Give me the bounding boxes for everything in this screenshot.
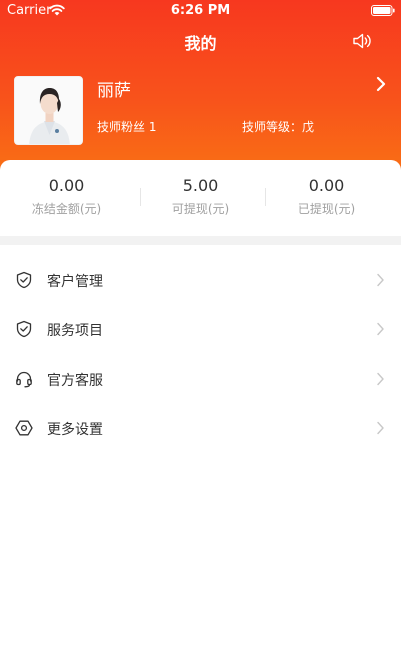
profile-name[interactable]: 丽萨: [97, 76, 131, 101]
stat-label: 冻结金额(元): [31, 202, 102, 216]
menu-item-service-items[interactable]: 服务项目: [0, 305, 401, 354]
menu-label: 官方客服: [47, 372, 103, 389]
stat-value: 5.00: [182, 176, 219, 195]
technician-level: 技师等级：戊: [242, 120, 315, 134]
chevron-right-icon: [377, 372, 384, 385]
battery-icon: [371, 5, 395, 16]
earnings-card: 0.00 冻结金额(元) 5.00 可提现(元) 0.00 已提现(元): [0, 160, 401, 236]
status-bar: Carrier 6:26 PM: [0, 0, 401, 22]
chevron-right-icon: [377, 273, 384, 287]
stat-value: 0.00: [308, 176, 345, 195]
stat-withdrawable[interactable]: 5.00 可提现(元): [134, 176, 267, 217]
shield-check-icon: [16, 271, 32, 289]
menu-item-customer-management[interactable]: 客户管理: [0, 256, 401, 305]
section-divider: [0, 236, 401, 245]
fans-count: 技师粉丝 1: [97, 120, 157, 134]
stat-value: 0.00: [48, 176, 85, 195]
stat-label: 可提现(元): [171, 202, 230, 216]
avatar-portrait: [15, 77, 82, 144]
stat-label: 已提现(元): [297, 202, 356, 216]
hexagon-settings-icon: [15, 420, 33, 436]
chevron-right-icon: [377, 421, 384, 435]
avatar[interactable]: [14, 76, 83, 145]
status-time: 6:26 PM: [170, 3, 231, 18]
menu-label: 更多设置: [47, 421, 103, 438]
chevron-right-icon[interactable]: [375, 76, 387, 92]
menu-label: 客户管理: [47, 274, 103, 290]
speaker-icon[interactable]: [352, 32, 372, 50]
headset-icon: [16, 371, 32, 388]
stat-withdrawn[interactable]: 0.00 已提现(元): [260, 176, 393, 217]
menu-item-more-settings[interactable]: 更多设置: [0, 404, 401, 453]
menu-item-customer-service[interactable]: 官方客服: [0, 355, 401, 404]
menu-label: 服务项目: [47, 323, 103, 340]
stat-frozen[interactable]: 0.00 冻结金额(元): [0, 176, 133, 217]
chevron-right-icon: [377, 323, 384, 336]
my-page-screen: Carrier 6:26 PM 我的 丽萨 技师粉丝 1 技师等级：戊 0.00…: [0, 0, 401, 655]
page-title: 我的: [184, 34, 217, 53]
menu-list: 客户管理 服务项目 官方客服 更多设置: [0, 256, 401, 453]
shield-check-icon: [16, 321, 32, 338]
